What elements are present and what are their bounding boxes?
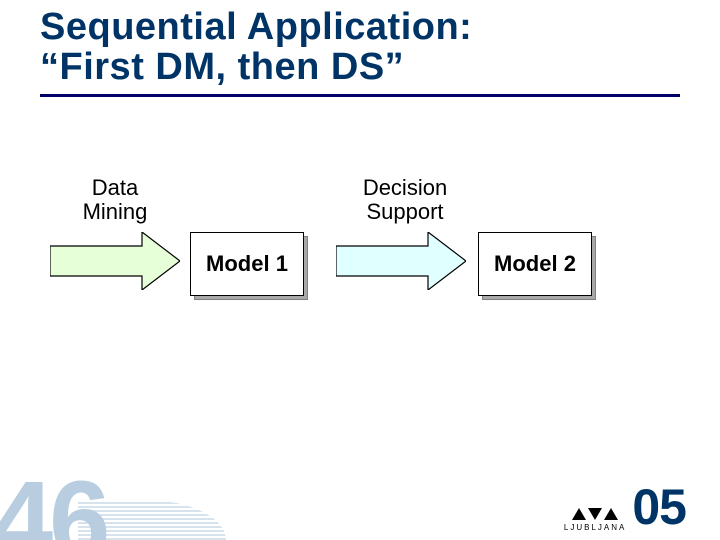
conference-year: 05 xyxy=(632,482,686,532)
label-data-mining: Data Mining xyxy=(70,176,160,224)
title-underline xyxy=(40,94,680,97)
model-1-label: Model 1 xyxy=(206,251,288,277)
model-2-box: Model 2 xyxy=(478,232,590,294)
title-line-2: “First DM, then DS” xyxy=(40,48,680,88)
slide-number: 46 xyxy=(0,466,106,540)
model-2-label: Model 2 xyxy=(494,251,576,277)
model-2-face: Model 2 xyxy=(478,232,592,296)
arrow-data-mining xyxy=(50,232,180,290)
conference-city: LJUBLJANA xyxy=(564,523,626,532)
conference-branding: LJUBLJANA 05 xyxy=(564,482,686,532)
title-line-1: Sequential Application: xyxy=(40,8,680,48)
conference-logo-icon: LJUBLJANA xyxy=(564,508,626,532)
model-1-box: Model 1 xyxy=(190,232,302,294)
model-1-face: Model 1 xyxy=(190,232,304,296)
label-decision-support: Decision Support xyxy=(350,176,460,224)
arrow-decision-support xyxy=(336,232,466,290)
slide-title: Sequential Application: “First DM, then … xyxy=(40,8,680,97)
